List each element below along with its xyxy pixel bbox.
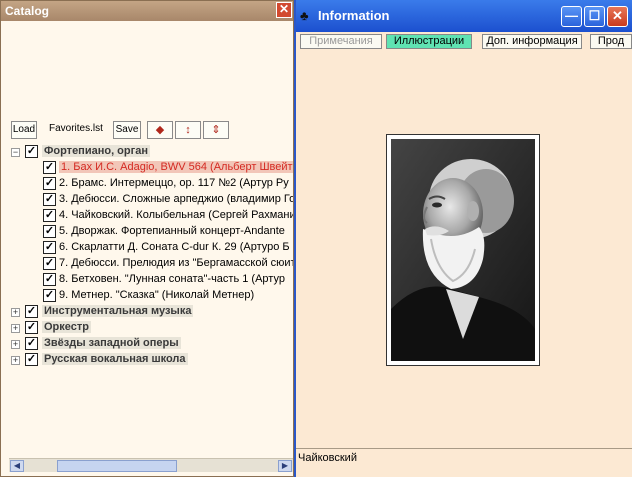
expand-collapse-icon: ⇕ [211,124,221,136]
information-titlebar[interactable]: ♣ Information — ☐ ✕ [296,0,632,32]
catalog-window: Catalog ✕ Load Favorites.lst Save ◆ ↕ ⇕ … [0,0,294,477]
scroll-left-icon[interactable]: ◀ [10,460,24,472]
information-title: Information [318,8,390,23]
track-label: 8. Бетховен. "Лунная соната"-часть 1 (Ар… [59,273,285,285]
track-checkbox[interactable]: ✓ [43,193,56,206]
minimize-icon: — [565,8,578,23]
tab-illustrations[interactable]: Иллюстрации [386,34,472,49]
expand-icon[interactable]: + [11,340,20,349]
tab-more[interactable]: Прод [590,34,632,49]
portrait-illustration [391,139,535,361]
expand-icon[interactable]: + [11,308,20,317]
catalog-title: Catalog [5,4,50,18]
horizontal-scrollbar[interactable]: ◀ ▶ [9,458,293,472]
scrollbar-thumb[interactable] [57,460,177,472]
track-checkbox[interactable]: ✓ [43,161,56,174]
track-checkbox[interactable]: ✓ [43,209,56,222]
save-button[interactable]: Save [113,121,141,139]
track-label: 9. Метнер. "Сказка" (Николай Метнер) [59,289,255,301]
expand-icon[interactable]: + [11,356,20,365]
track-checkbox[interactable]: ✓ [43,257,56,270]
category-label: Звёзды западной оперы [42,337,181,349]
move-all-icon: ◆ [155,124,165,136]
category-checkbox[interactable]: ✓ [25,337,38,350]
track-checkbox[interactable]: ✓ [43,241,56,254]
catalog-tree: − ✓ Фортепиано, орган ✓ 1. Бах И.С. Adagio, … [9,144,293,456]
maximize-icon: ☐ [588,8,601,23]
move-all-button[interactable]: ◆ [147,121,173,139]
category-label: Русская вокальная школа [42,353,188,365]
track-label: 6. Скарлатти Д. Соната C-dur К. 29 (Арту… [59,241,290,253]
track-checkbox[interactable]: ✓ [43,225,56,238]
category-checkbox[interactable]: ✓ [25,353,38,366]
track-label: 1. Бах И.С. Adagio, BWV 564 (Альберт Шве… [59,161,293,173]
playlist-file-label: Favorites.lst [49,123,103,134]
maximize-button[interactable]: ☐ [584,6,605,27]
catalog-titlebar[interactable]: Catalog ✕ [1,1,293,21]
close-icon: ✕ [278,2,290,16]
tab-notes[interactable]: Примечания [300,34,382,49]
expand-collapse-button[interactable]: ⇕ [203,121,229,139]
portrait-image [386,134,540,366]
information-tabs: Примечания Иллюстрации Доп. информация П… [300,34,632,50]
track-label: 4. Чайковский. Колыбельная (Сергей Рахма… [59,209,293,221]
track-label: 5. Дворжак. Фортепианный концерт-Andante [59,225,285,237]
app-icon: ♣ [300,8,309,23]
category-label: Инструментальная музыка [42,305,194,317]
category-checkbox[interactable]: ✓ [25,305,38,318]
expand-icon[interactable]: + [11,324,20,333]
track-label: 7. Дебюсси. Прелюдия из "Бергамасской сю… [59,257,293,269]
minimize-button[interactable]: — [561,6,582,27]
up-down-arrows-icon: ↕ [185,124,191,136]
track-label: 3. Дебюсси. Сложные арпеджио (владимир Г… [59,193,293,205]
track-checkbox[interactable]: ✓ [43,177,56,190]
category-label: Оркестр [42,321,91,333]
category-checkbox[interactable]: ✓ [25,321,38,334]
track-checkbox[interactable]: ✓ [43,289,56,302]
category-label: Фортепиано, орган [42,145,150,157]
tab-extra-info[interactable]: Доп. информация [482,34,582,49]
load-button[interactable]: Load [11,121,37,139]
move-up-down-button[interactable]: ↕ [175,121,201,139]
image-caption: Чайковский [296,448,632,477]
close-icon: ✕ [612,8,623,23]
track-label: 2. Брамс. Интермеццо, ор. 117 №2 (Артур … [59,177,289,189]
close-button[interactable]: ✕ [607,6,628,27]
scroll-right-icon[interactable]: ▶ [278,460,292,472]
category-checkbox[interactable]: ✓ [25,145,38,158]
catalog-close-button[interactable]: ✕ [276,2,292,18]
track-checkbox[interactable]: ✓ [43,273,56,286]
information-window: ♣ Information — ☐ ✕ Примечания Иллюстрац… [294,0,632,477]
collapse-icon[interactable]: − [11,148,20,157]
